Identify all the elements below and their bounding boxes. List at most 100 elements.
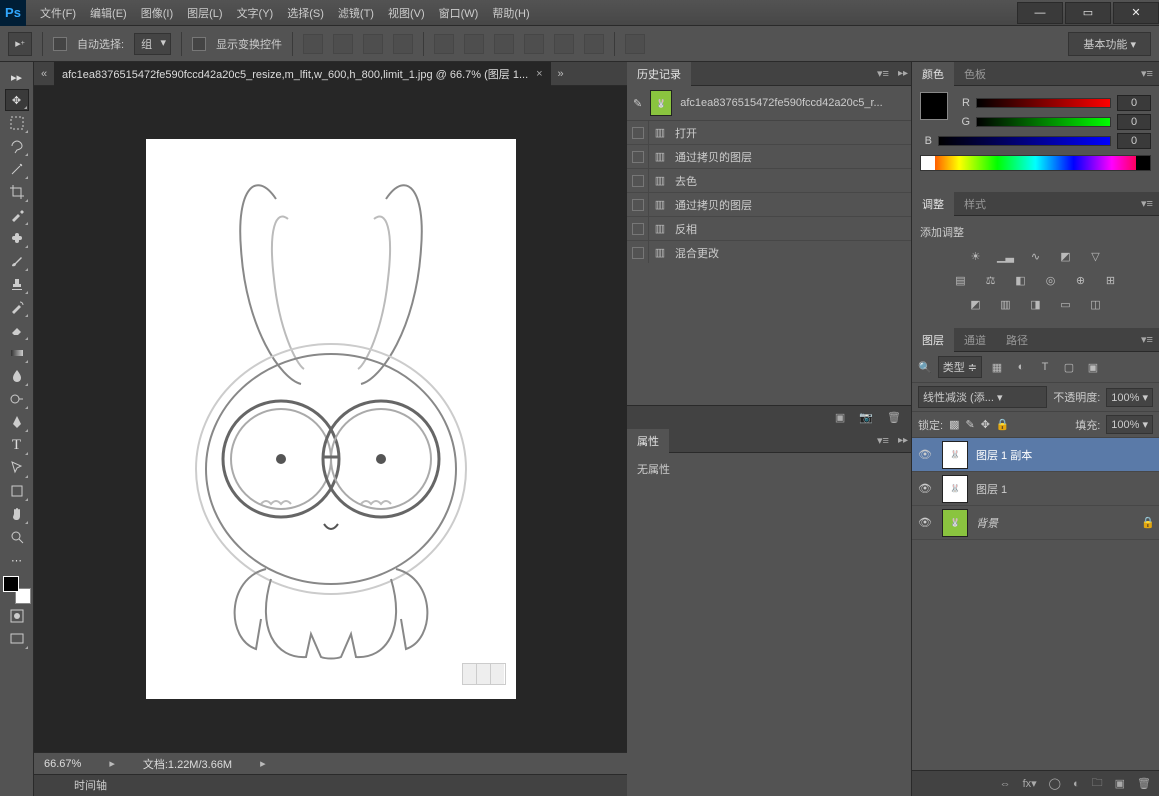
- balance-icon[interactable]: ⚖: [982, 272, 1000, 288]
- history-step[interactable]: ▥通过拷贝的图层: [627, 193, 911, 217]
- menu-file[interactable]: 文件(F): [34, 1, 82, 25]
- move-tool[interactable]: ✥: [5, 89, 29, 111]
- styles-tab[interactable]: 样式: [954, 192, 996, 216]
- history-step[interactable]: ▥混合更改: [627, 241, 911, 263]
- tab-scroll-right-icon[interactable]: »: [551, 68, 571, 80]
- menu-type[interactable]: 文字(Y): [231, 1, 280, 25]
- trash-icon[interactable]: 🗑: [887, 411, 901, 424]
- filter-type-dropdown[interactable]: 类型 ≑: [938, 356, 982, 378]
- quickmask-tool[interactable]: [5, 605, 29, 627]
- swatches-tab[interactable]: 色板: [954, 62, 996, 86]
- menu-select[interactable]: 选择(S): [281, 1, 330, 25]
- eyedropper-tool[interactable]: [5, 204, 29, 226]
- filter-icon[interactable]: 🔍: [918, 361, 932, 374]
- photo-filter-icon[interactable]: ◎: [1042, 272, 1060, 288]
- filter-shape-icon[interactable]: ▢: [1060, 361, 1078, 374]
- tool-preset-icon[interactable]: ▸+: [8, 32, 32, 56]
- group-icon[interactable]: 🗀: [1092, 774, 1103, 793]
- menu-image[interactable]: 图像(I): [135, 1, 179, 25]
- camera-icon[interactable]: 📷: [859, 411, 873, 424]
- channels-tab[interactable]: 通道: [954, 328, 996, 352]
- doc-size[interactable]: 文档:1.22M/3.66M: [143, 756, 232, 772]
- align-icon[interactable]: [524, 34, 544, 54]
- expand-icon[interactable]: ▸▸: [5, 66, 29, 88]
- doc-arrow-icon[interactable]: ▸: [260, 757, 266, 770]
- brush-tool[interactable]: [5, 250, 29, 272]
- filter-pixel-icon[interactable]: ▦: [988, 361, 1006, 374]
- levels-icon[interactable]: ▁▃: [997, 248, 1015, 264]
- layer-row[interactable]: 👁🐰图层 1 副本: [912, 438, 1159, 472]
- lock-trans-icon[interactable]: ▩: [949, 418, 959, 431]
- opacity-value[interactable]: 100% ▾: [1106, 388, 1153, 407]
- panel-collapse-icon[interactable]: ▸▸: [895, 435, 911, 446]
- filter-smart-icon[interactable]: ▣: [1084, 361, 1102, 374]
- tab-scroll-left-icon[interactable]: «: [34, 68, 54, 80]
- zoom-arrow-icon[interactable]: ▸: [109, 757, 115, 770]
- layer-thumb[interactable]: 🐰: [942, 441, 968, 469]
- history-tab[interactable]: 历史记录: [627, 62, 691, 86]
- new-snapshot-icon[interactable]: ▣: [835, 411, 845, 424]
- pen-tool[interactable]: [5, 411, 29, 433]
- layer-thumb[interactable]: 🐰: [942, 475, 968, 503]
- r-slider[interactable]: [976, 98, 1111, 108]
- selective-icon[interactable]: ◫: [1087, 296, 1105, 312]
- filter-type-icon[interactable]: T: [1036, 361, 1054, 373]
- history-well[interactable]: [627, 241, 649, 263]
- shape-tool[interactable]: [5, 480, 29, 502]
- stamp-tool[interactable]: [5, 273, 29, 295]
- align-icon[interactable]: [554, 34, 574, 54]
- mask-icon[interactable]: ◯: [1049, 777, 1061, 790]
- bw-icon[interactable]: ◧: [1012, 272, 1030, 288]
- g-slider[interactable]: [976, 117, 1111, 127]
- auto-select-checkbox[interactable]: [53, 37, 67, 51]
- exposure-icon[interactable]: ◩: [1057, 248, 1075, 264]
- layers-tab[interactable]: 图层: [912, 328, 954, 352]
- auto-select-dropdown[interactable]: 组: [134, 33, 171, 55]
- panel-menu-icon[interactable]: ▾≡: [1135, 67, 1159, 80]
- new-layer-icon[interactable]: ▣: [1115, 777, 1125, 790]
- path-select-tool[interactable]: [5, 457, 29, 479]
- align-icon[interactable]: [625, 34, 645, 54]
- posterize-icon[interactable]: ▥: [997, 296, 1015, 312]
- vibrance-icon[interactable]: ▽: [1087, 248, 1105, 264]
- brightness-icon[interactable]: ☀: [967, 248, 985, 264]
- crop-tool[interactable]: [5, 181, 29, 203]
- menu-filter[interactable]: 滤镜(T): [332, 1, 380, 25]
- close-tab-icon[interactable]: ×: [536, 68, 542, 80]
- gradient-map-icon[interactable]: ▭: [1057, 296, 1075, 312]
- align-icon[interactable]: [464, 34, 484, 54]
- align-icon[interactable]: [393, 34, 413, 54]
- paths-tab[interactable]: 路径: [996, 328, 1038, 352]
- fx-icon[interactable]: fx▾: [1023, 777, 1037, 790]
- canvas-area[interactable]: [34, 86, 627, 752]
- type-tool[interactable]: T: [5, 434, 29, 456]
- dodge-tool[interactable]: [5, 388, 29, 410]
- screenmode-tool[interactable]: [5, 628, 29, 650]
- invert-icon[interactable]: ◩: [967, 296, 985, 312]
- canvas[interactable]: [146, 139, 516, 699]
- maximize-button[interactable]: ▭: [1065, 2, 1111, 24]
- lookup-icon[interactable]: ⊞: [1102, 272, 1120, 288]
- show-transform-checkbox[interactable]: [192, 37, 206, 51]
- healing-tool[interactable]: [5, 227, 29, 249]
- document-tab[interactable]: afc1ea8376515472fe590fccd42a20c5_resize,…: [54, 62, 551, 86]
- edit-toolbar-icon[interactable]: ⋯: [5, 549, 29, 571]
- menu-layer[interactable]: 图层(L): [181, 1, 228, 25]
- blur-tool[interactable]: [5, 365, 29, 387]
- lock-pixel-icon[interactable]: ✎: [965, 418, 974, 431]
- minimize-button[interactable]: —: [1017, 2, 1063, 24]
- g-value[interactable]: 0: [1117, 114, 1151, 130]
- lasso-tool[interactable]: [5, 135, 29, 157]
- history-well[interactable]: [627, 217, 649, 240]
- align-icon[interactable]: [303, 34, 323, 54]
- blend-mode-dropdown[interactable]: 线性减淡 (添... ▾: [918, 386, 1047, 408]
- lock-all-icon[interactable]: 🔒: [996, 418, 1010, 431]
- align-icon[interactable]: [363, 34, 383, 54]
- close-button[interactable]: ✕: [1113, 2, 1159, 24]
- menu-view[interactable]: 视图(V): [382, 1, 431, 25]
- mixer-icon[interactable]: ⊕: [1072, 272, 1090, 288]
- history-well[interactable]: [627, 121, 649, 144]
- align-icon[interactable]: [434, 34, 454, 54]
- marquee-tool[interactable]: [5, 112, 29, 134]
- menu-window[interactable]: 窗口(W): [433, 1, 485, 25]
